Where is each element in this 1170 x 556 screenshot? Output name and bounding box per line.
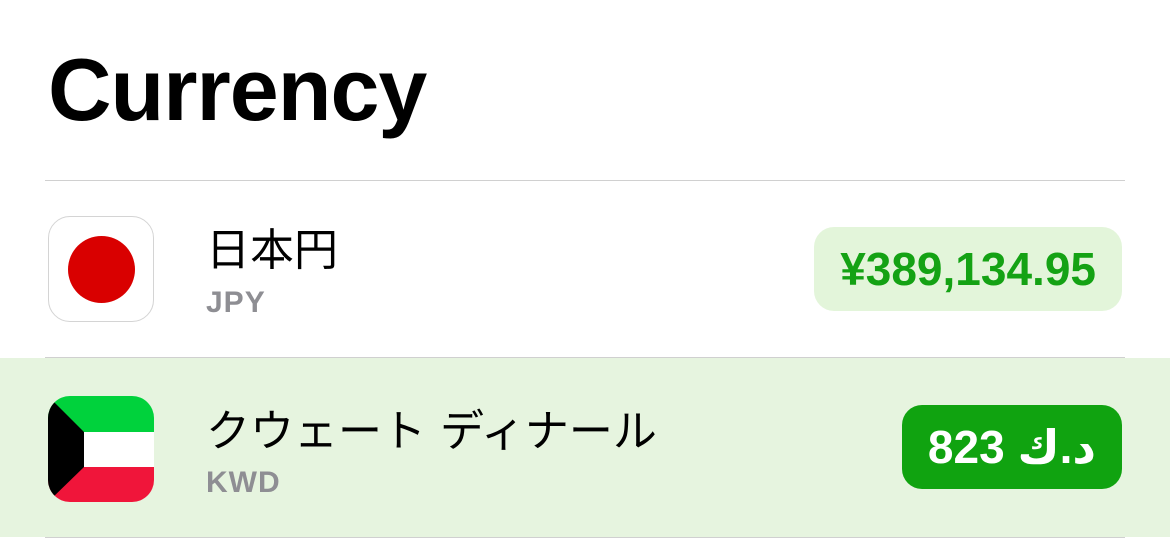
currency-amount[interactable]: ¥389,134.95 [814,227,1122,311]
japan-flag-circle [68,236,135,303]
divider [45,537,1125,538]
currency-code: KWD [206,466,281,499]
currency-amount[interactable]: 823 د.ك [901,405,1122,489]
kuwait-flag-icon [48,396,154,502]
currency-row-jpy[interactable]: 日本円 JPY ¥389,134.95 [0,181,1170,357]
currency-name: クウェート ディナール [206,406,657,457]
page-title: Currency [48,40,427,139]
kuwait-flag-graphic [48,396,154,502]
japan-flag-icon [48,216,154,322]
currency-row-kwd[interactable]: クウェート ディナール KWD 823 د.ك [0,358,1170,537]
currency-code: JPY [206,286,266,319]
currency-name: 日本円 [206,225,338,276]
